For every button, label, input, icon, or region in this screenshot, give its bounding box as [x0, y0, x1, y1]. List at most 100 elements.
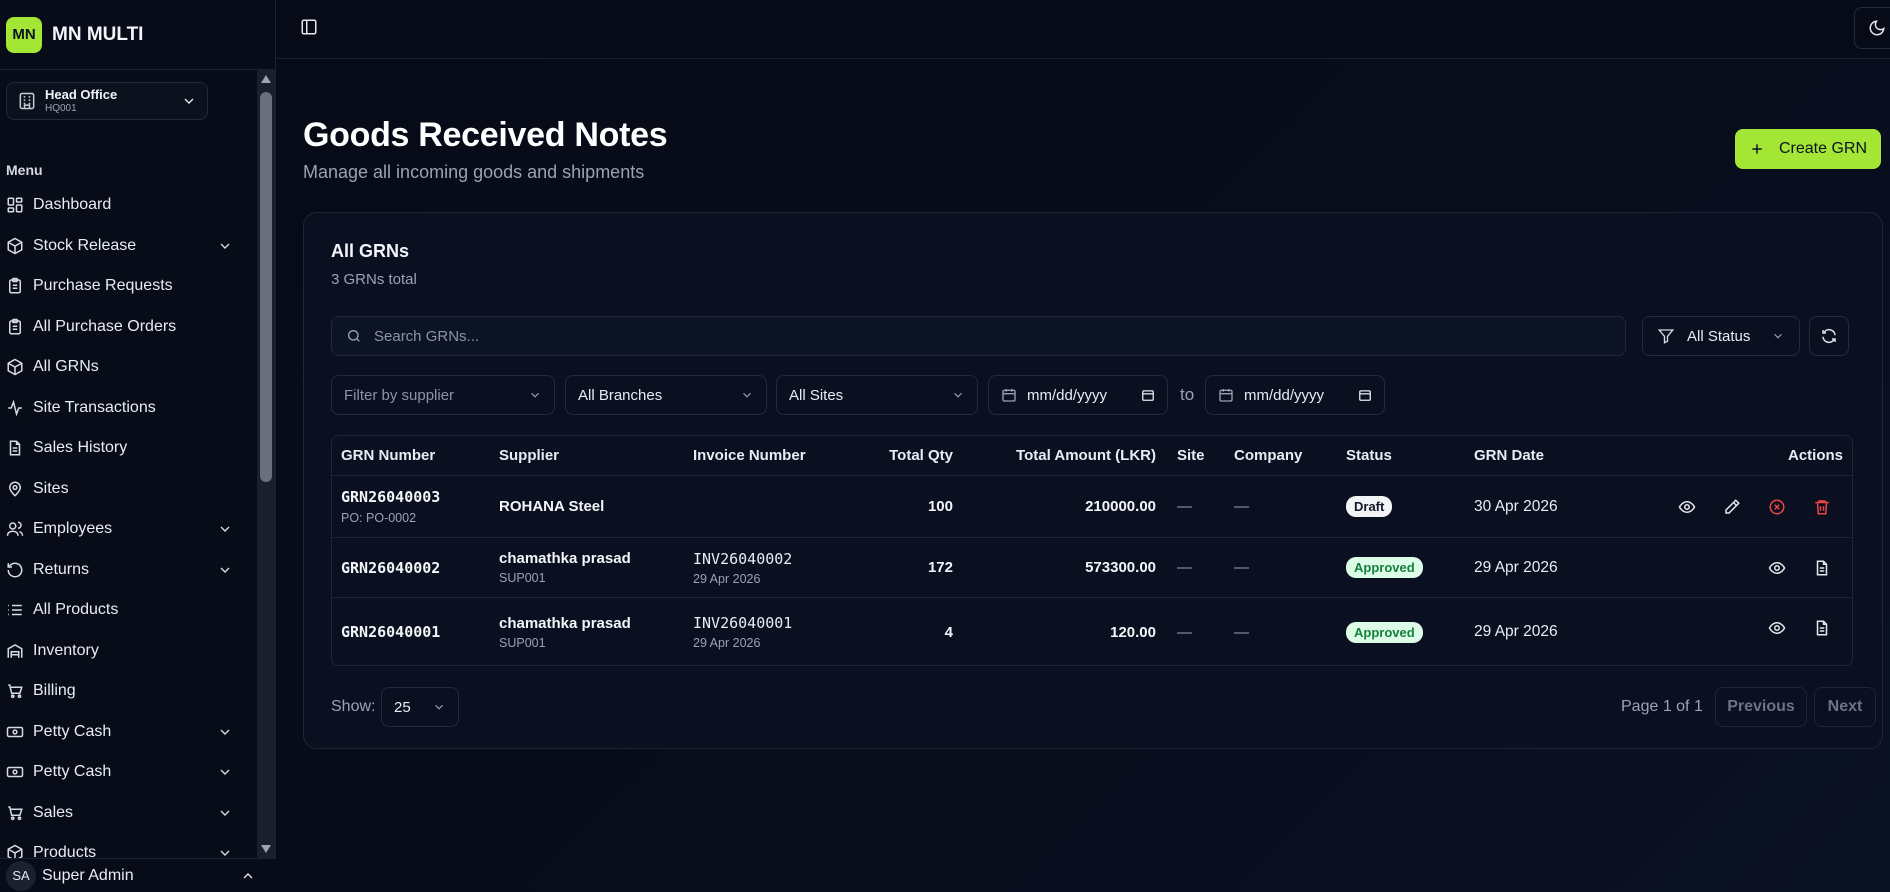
calendar-picker-icon[interactable]: [1358, 388, 1372, 402]
document-button[interactable]: [1812, 618, 1832, 638]
site-filter-select[interactable]: All Sites: [776, 375, 978, 415]
supplier-filter-select[interactable]: Filter by supplier: [331, 375, 555, 415]
plus-icon: [1752, 144, 1762, 154]
chevron-down-icon: [184, 98, 194, 104]
table-header: GRN Number Supplier Invoice Number Total…: [332, 436, 1852, 476]
company-cell: —: [1234, 538, 1249, 597]
panel-left-icon[interactable]: [300, 18, 318, 36]
chevron-down-icon: [1774, 333, 1782, 339]
calendar-picker-icon[interactable]: [1141, 388, 1155, 402]
sidebar-item-sales-history[interactable]: Sales History: [0, 428, 257, 469]
moon-icon: [1869, 20, 1885, 36]
sidebar-item-inventory[interactable]: Inventory: [0, 631, 257, 672]
edit-button[interactable]: [1722, 497, 1742, 517]
sidebar-item-dashboard[interactable]: Dashboard: [0, 185, 257, 226]
status-filter-label: All Status: [1687, 327, 1751, 345]
view-button[interactable]: [1767, 618, 1787, 638]
sidebar-item-label: Sales History: [33, 439, 128, 457]
previous-page-button[interactable]: Previous: [1715, 687, 1807, 727]
grn-number[interactable]: GRN26040001: [341, 623, 440, 641]
supplier-name: chamathka prasad: [499, 550, 631, 567]
page-title: Goods Received Notes: [303, 116, 668, 154]
site-value: —: [1177, 498, 1192, 515]
grn-number-cell: GRN26040001: [341, 598, 440, 665]
file-text-icon: [1816, 560, 1828, 576]
warehouse-icon: [7, 643, 23, 658]
view-button[interactable]: [1767, 558, 1787, 578]
refresh-button[interactable]: [1809, 316, 1849, 356]
sidebar-item-all-products[interactable]: All Products: [0, 590, 257, 631]
search-input[interactable]: [374, 327, 1625, 345]
sidebar-item-products[interactable]: Products: [0, 833, 257, 858]
document-button[interactable]: [1812, 558, 1832, 578]
po-reference: PO: PO-0002: [341, 511, 417, 525]
card-title: All GRNs: [331, 241, 410, 261]
sidebar-scroll-area: Head Office HQ001 Menu Dashboard Stock Re…: [0, 70, 257, 858]
user-name: Super Admin: [42, 866, 134, 884]
banknote-icon: [6, 767, 24, 778]
trash-icon: [1815, 500, 1829, 515]
sidebar-item-all-purchase-orders[interactable]: All Purchase Orders: [0, 307, 257, 348]
next-page-button[interactable]: Next: [1814, 687, 1876, 727]
sidebar-item-all-grns[interactable]: All GRNs: [0, 347, 257, 388]
sidebar-item-stock-release[interactable]: Stock Release: [0, 226, 257, 267]
cancel-button[interactable]: [1767, 497, 1787, 517]
theme-toggle-button[interactable]: [1854, 7, 1890, 49]
page-info: Page 1 of 1: [1621, 698, 1703, 715]
create-grn-button[interactable]: Create GRN: [1735, 129, 1881, 169]
branch-selector[interactable]: Head Office HQ001: [6, 82, 208, 120]
sidebar-item-label: Dashboard: [33, 196, 112, 214]
cart-icon: [8, 684, 23, 699]
view-button[interactable]: [1677, 497, 1697, 517]
grn-number-cell: GRN26040003 PO: PO-0002: [341, 476, 440, 537]
grn-number[interactable]: GRN26040002: [341, 559, 440, 577]
sidebar-item-purchase-requests[interactable]: Purchase Requests: [0, 266, 257, 307]
amount-cell: 573300.00: [972, 538, 1156, 597]
grn-table: GRN Number Supplier Invoice Number Total…: [331, 435, 1853, 666]
grn-number[interactable]: GRN26040003: [341, 488, 440, 506]
sidebar-item-petty-cash[interactable]: Petty Cash: [0, 712, 257, 753]
building-icon: [19, 92, 35, 110]
date-to-input[interactable]: mm/dd/yyyy: [1205, 375, 1385, 415]
sidebar-item-label: All GRNs: [33, 358, 99, 376]
delete-button[interactable]: [1812, 497, 1832, 517]
column-header: Site: [1177, 447, 1205, 464]
branch-filter-select[interactable]: All Branches: [565, 375, 767, 415]
chevron-down-icon: [220, 567, 230, 573]
scroll-up-arrow-icon[interactable]: [260, 74, 272, 84]
sidebar-item-petty-cash[interactable]: Petty Cash: [0, 752, 257, 793]
chevron-down-icon: [220, 850, 230, 857]
chevron-down-icon: [743, 392, 751, 398]
total-qty: 4: [944, 623, 953, 641]
cart-icon: [8, 806, 23, 820]
date-from-input[interactable]: mm/dd/yyyy: [988, 375, 1168, 415]
pencil-icon: [1725, 499, 1740, 514]
user-menu[interactable]: SA Super Admin: [0, 858, 276, 892]
card-subtitle: 3 GRNs total: [331, 271, 417, 288]
sidebar-scrollbar[interactable]: [257, 70, 275, 858]
status-filter-select[interactable]: All Status: [1642, 316, 1800, 356]
document-icon: [9, 440, 21, 456]
status-badge: Approved: [1346, 621, 1423, 643]
sidebar-item-employees[interactable]: Employees: [0, 509, 257, 550]
sidebar-item-site-transactions[interactable]: Site Transactions: [0, 388, 257, 429]
users-icon: [6, 521, 24, 537]
table-row: GRN26040003 PO: PO-0002 ROHANA Steel 100…: [332, 476, 1852, 538]
topbar: [277, 0, 1890, 59]
filter-icon: [1657, 329, 1675, 344]
status-badge: Approved: [1346, 557, 1423, 578]
scroll-down-arrow-icon[interactable]: [260, 844, 272, 854]
supplier-code: SUP001: [499, 571, 546, 585]
page-size-select[interactable]: 25: [381, 687, 459, 727]
sidebar-item-sites[interactable]: Sites: [0, 469, 257, 510]
invoice-date: 29 Apr 2026: [693, 636, 761, 650]
sidebar-item-returns[interactable]: Returns: [0, 550, 257, 591]
sidebar-item-billing[interactable]: Billing: [0, 671, 257, 712]
column-header: GRN Date: [1474, 447, 1545, 464]
sidebar-item-label: Products: [33, 844, 97, 858]
box-icon: [7, 358, 23, 376]
branch-filter-label: All Branches: [578, 386, 663, 404]
grn-date: 29 Apr 2026: [1474, 623, 1558, 640]
sidebar-item-sales[interactable]: Sales: [0, 793, 257, 834]
scrollbar-thumb[interactable]: [260, 92, 272, 482]
